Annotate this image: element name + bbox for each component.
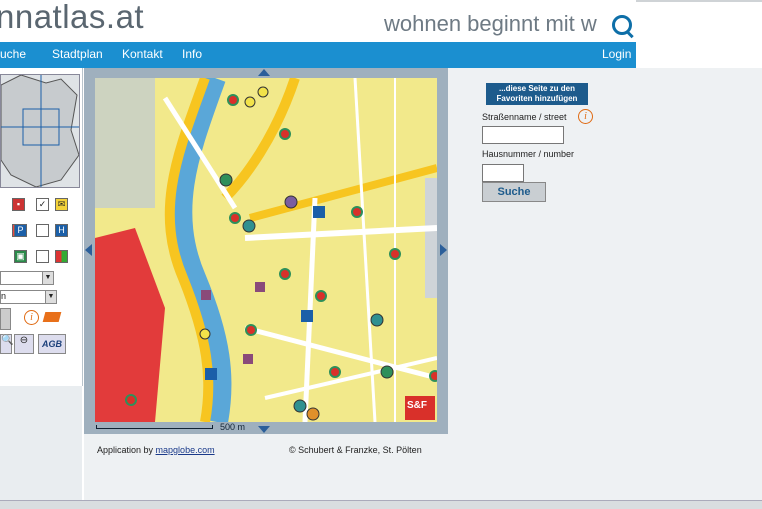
city-map-svg [95,78,437,422]
agb-button[interactable]: AGB [38,334,66,354]
address-search-panel [448,68,762,434]
chevron-down-icon: ▼ [42,272,53,284]
street-label: Straßenname / street [482,112,567,122]
nav-item-info[interactable]: Info [182,47,202,61]
mapglobe-link[interactable]: mapglobe.com [156,445,215,455]
nav-item-login[interactable]: Login [602,47,631,61]
layer-checkbox-2[interactable] [36,224,49,237]
layer-checkbox-1[interactable]: ✓ [36,198,49,211]
info-icon[interactable]: i [578,109,593,124]
map-frame: S&F [84,68,448,434]
go-button[interactable] [0,308,11,330]
zoom-in-icon[interactable]: 🔍 [0,334,13,354]
mixed-layer-icon[interactable] [55,250,68,263]
chevron-down-icon: ▼ [45,291,56,303]
shop-icon[interactable]: ▣ [14,250,27,263]
application-credit: Application by mapglobe.com [97,445,215,455]
parking-icon[interactable]: P [14,224,27,237]
zoom-out-icon[interactable]: ⊖ [14,334,34,354]
site-logo[interactable]: nnatlas.at [0,0,144,36]
hospital-icon[interactable]: H [55,224,68,237]
number-label: Hausnummer / number [482,149,575,159]
add-to-favorites-button[interactable]: ...diese Seite zu den Favoriten hinzufüg… [486,83,588,105]
pan-south-arrow[interactable] [258,426,270,433]
map-scalebar: 500 m [96,422,256,433]
pan-east-arrow[interactable] [440,244,447,256]
pan-west-arrow[interactable] [85,244,92,256]
scale-label: 500 m [220,422,246,432]
search-button[interactable]: Suche [482,182,546,202]
scale-line [96,425,213,429]
main-nav: uche Stadtplan Kontakt Info Login [0,42,636,68]
city-map[interactable]: S&F [95,78,437,422]
magnifier-icon [612,15,632,35]
nav-item-suche[interactable]: uche [0,47,26,61]
nav-item-stadtplan[interactable]: Stadtplan [52,47,103,61]
overview-minimap[interactable] [0,74,80,188]
header-right-blank [636,0,762,70]
left-blank-area [0,386,82,508]
category-select-value: n [1,291,7,301]
layer-checkbox-3[interactable] [36,250,49,263]
pan-north-arrow[interactable] [258,69,270,76]
street-input[interactable] [482,126,564,144]
site-tagline: wohnen beginnt mit w [384,11,597,36]
minimap-svg [0,74,80,188]
layer-icon-1[interactable]: ▪ [12,198,25,211]
post-icon[interactable]: ✉ [55,198,68,211]
site-header: nnatlas.at wohnen beginnt mit w [0,0,636,42]
application-credit-prefix: Application by [97,445,156,455]
nav-item-kontakt[interactable]: Kontakt [122,47,163,61]
copyright-text: © Schubert & Franzke, St. Pölten [289,445,422,455]
number-input[interactable] [482,164,524,182]
info-icon[interactable]: i [24,310,39,325]
category-select[interactable]: n ▼ [0,290,57,304]
district-select[interactable]: ▼ [0,271,54,285]
left-control-panel: ▪ ✓ ✉ ▪ P H ▣ ▼ n ▼ i 🔍 ⊖ AGB [0,68,83,386]
map-publisher-badge: S&F [407,400,427,411]
print-icon[interactable] [42,312,62,322]
